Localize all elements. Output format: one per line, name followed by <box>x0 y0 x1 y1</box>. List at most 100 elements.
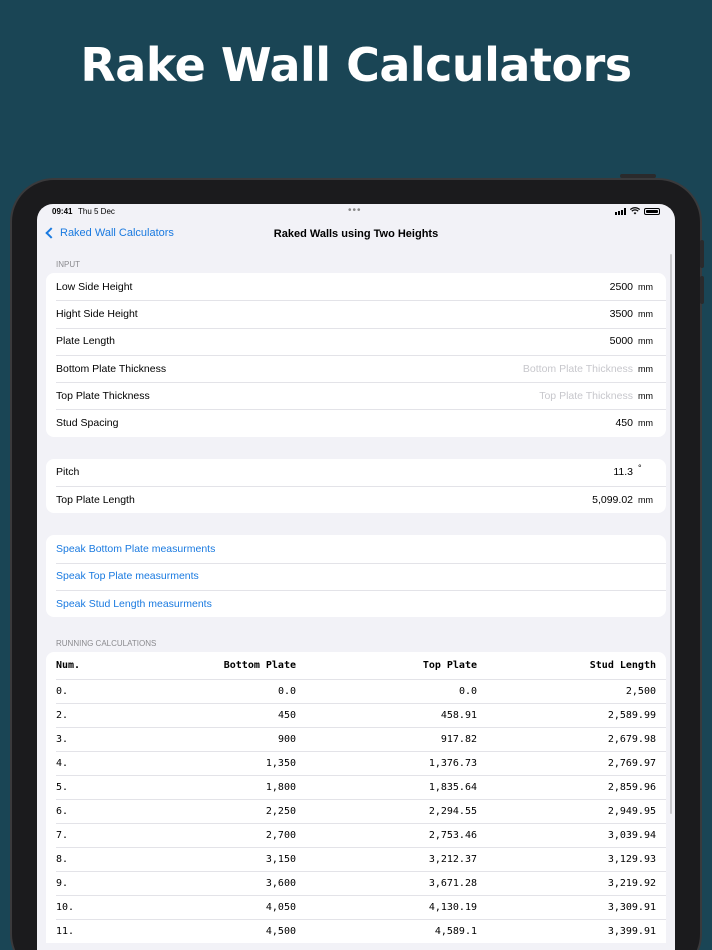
result-row-pitch: Pitch 11.3 ° <box>46 459 666 486</box>
speak-top-plate-button[interactable]: Speak Top Plate measurments <box>46 562 666 590</box>
table-cell: 3,309.91 <box>607 901 656 913</box>
table-row: 0. 0.0 0.0 2,500 <box>46 679 666 703</box>
running-section-header: RUNNING CALCULATIONS <box>56 639 157 649</box>
column-header: Num. <box>56 660 81 672</box>
unit-label: mm <box>638 363 653 374</box>
table-cell: 900 <box>277 733 296 745</box>
top-plate-length-value: 5,099.02 <box>592 493 633 506</box>
table-cell: 2,679.98 <box>607 733 656 745</box>
table-cell: 2,294.55 <box>428 805 477 817</box>
low-side-height-input[interactable]: 2500 <box>610 281 633 293</box>
unit-label: mm <box>638 308 653 319</box>
input-label: Top Plate Thickness <box>56 389 150 402</box>
table-cell: 0.0 <box>458 685 477 697</box>
table-cell: 3,219.92 <box>607 877 656 889</box>
running-calculations-table: Num. Bottom Plate Top Plate Stud Length … <box>46 652 666 944</box>
input-row-low-side-height[interactable]: Low Side Height 2500 mm <box>46 273 666 300</box>
table-cell: 0. <box>56 685 69 697</box>
high-side-height-input[interactable]: 3500 <box>610 308 633 320</box>
table-row: 11. 4,500 4,589.1 3,399.91 <box>46 919 666 943</box>
column-header: Stud Length <box>589 660 656 672</box>
side-button <box>700 276 704 304</box>
unit-label: mm <box>638 336 653 347</box>
table-cell: 1,800 <box>265 781 296 793</box>
input-row-bottom-plate-thickness[interactable]: Bottom Plate Thickness Bottom Plate Thic… <box>46 354 666 382</box>
unit-label: mm <box>638 418 653 429</box>
stud-spacing-input[interactable]: 450 <box>615 417 633 429</box>
degree-unit: ° <box>638 463 642 474</box>
status-bar: 09:41 Thu 5 Dec ••• <box>37 204 675 218</box>
input-label: Stud Spacing <box>56 417 119 430</box>
table-cell: 3,399.91 <box>607 925 656 937</box>
table-row: 4. 1,350 1,376.73 2,769.97 <box>46 751 666 775</box>
input-row-top-plate-thickness[interactable]: Top Plate Thickness Top Plate Thickness m… <box>46 382 666 409</box>
battery-icon <box>644 207 660 215</box>
input-row-stud-spacing[interactable]: Stud Spacing 450 mm <box>46 409 666 436</box>
table-cell: 7. <box>56 829 69 841</box>
table-cell: 4,589.1 <box>434 925 477 937</box>
speak-group: Speak Bottom Plate measurments Speak Top… <box>46 535 666 618</box>
table-cell: 450 <box>277 709 296 721</box>
unit-label: mm <box>638 390 653 401</box>
table-cell: 1,376.73 <box>428 757 477 769</box>
table-row: 2. 450 458.91 2,589.99 <box>46 703 666 727</box>
table-cell: 2,589.99 <box>607 709 656 721</box>
status-time: 09:41 <box>52 207 73 216</box>
unit-label: mm <box>638 281 653 292</box>
multitask-dots-icon[interactable]: ••• <box>348 205 362 216</box>
page-title: Raked Walls using Two Heights <box>273 228 439 240</box>
table-cell: 3,129.93 <box>607 853 656 865</box>
scrollbar[interactable] <box>670 254 672 814</box>
table-cell: 4,500 <box>265 925 296 937</box>
table-row: 3. 900 917.82 2,679.98 <box>46 727 666 751</box>
navigation-bar: Raked Wall Calculators Raked Walls using… <box>37 224 675 246</box>
top-plate-length-label: Top Plate Length <box>56 493 135 506</box>
status-date: Thu 5 Dec <box>78 207 115 216</box>
column-header: Bottom Plate <box>223 660 296 672</box>
input-group: Low Side Height 2500 mm Hight Side Height… <box>46 273 666 437</box>
cellular-signal-icon <box>615 207 626 215</box>
table-cell: 2,753.46 <box>428 829 477 841</box>
app-screen: 09:41 Thu 5 Dec ••• Raked Wall Calculato… <box>37 204 675 950</box>
table-cell: 0.0 <box>277 685 296 697</box>
table-cell: 917.82 <box>440 733 477 745</box>
table-cell: 5. <box>56 781 69 793</box>
pitch-label: Pitch <box>56 466 80 479</box>
table-cell: 3,600 <box>265 877 296 889</box>
plate-length-input[interactable]: 5000 <box>610 335 633 347</box>
table-row: 6. 2,250 2,294.55 2,949.95 <box>46 799 666 823</box>
table-cell: 2,700 <box>265 829 296 841</box>
top-button <box>620 174 656 178</box>
table-cell: 1,350 <box>265 757 296 769</box>
input-row-high-side-height[interactable]: Hight Side Height 3500 mm <box>46 300 666 327</box>
table-cell: 458.91 <box>440 709 477 721</box>
input-label: Bottom Plate Thickness <box>56 362 167 375</box>
table-cell: 2,949.95 <box>607 805 656 817</box>
table-cell: 3,671.28 <box>428 877 477 889</box>
speak-bottom-plate-button[interactable]: Speak Bottom Plate measurments <box>46 535 666 562</box>
speak-stud-length-button[interactable]: Speak Stud Length measurments <box>46 589 666 617</box>
column-header: Top Plate <box>422 660 477 672</box>
table-cell: 2,859.96 <box>607 781 656 793</box>
table-header-row: Num. Bottom Plate Top Plate Stud Length <box>46 652 666 679</box>
table-cell: 8. <box>56 853 69 865</box>
table-cell: 3,150 <box>265 853 296 865</box>
table-cell: 2. <box>56 709 69 721</box>
table-cell: 4,050 <box>265 901 296 913</box>
table-cell: 9. <box>56 877 69 889</box>
table-row: 9. 3,600 3,671.28 3,219.92 <box>46 871 666 895</box>
bottom-plate-thickness-input[interactable]: Bottom Plate Thickness <box>523 363 633 375</box>
table-cell: 2,500 <box>625 685 656 697</box>
input-row-plate-length[interactable]: Plate Length 5000 mm <box>46 327 666 355</box>
table-cell: 2,769.97 <box>607 757 656 769</box>
table-row: 7. 2,700 2,753.46 3,039.94 <box>46 823 666 847</box>
table-cell: 1,835.64 <box>428 781 477 793</box>
input-label: Hight Side Height <box>56 307 138 320</box>
table-cell: 3,212.37 <box>428 853 477 865</box>
table-cell: 6. <box>56 805 69 817</box>
table-cell: 3,039.94 <box>607 829 656 841</box>
top-plate-thickness-input[interactable]: Top Plate Thickness <box>539 390 633 402</box>
side-button <box>700 240 704 268</box>
table-cell: 2,250 <box>265 805 296 817</box>
table-cell: 4,130.19 <box>428 901 477 913</box>
